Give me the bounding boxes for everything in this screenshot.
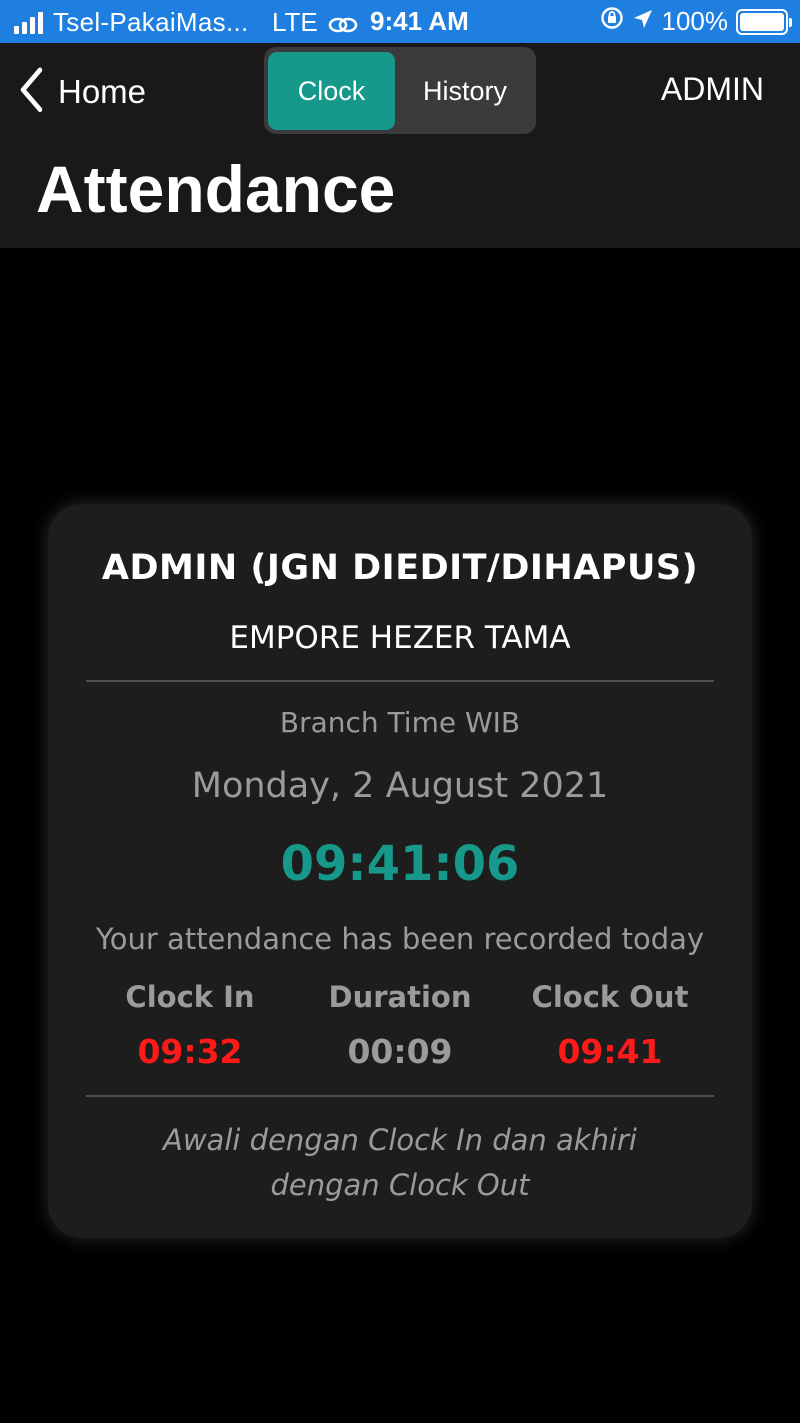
- back-button[interactable]: Home: [18, 67, 147, 118]
- battery-percent: 100%: [661, 6, 729, 36]
- duration-label: Duration: [328, 980, 472, 1014]
- attendance-stats: Clock In 09:32 Duration 00:09 Clock Out …: [86, 980, 714, 1090]
- orientation-lock-icon: [600, 6, 624, 37]
- user-button[interactable]: ADMIN: [661, 71, 764, 108]
- clock-out-value: 09:41: [557, 1032, 663, 1071]
- tab-history[interactable]: History: [398, 52, 532, 130]
- status-time: 9:41 AM: [370, 6, 469, 36]
- current-date: Monday, 2 August 2021: [191, 766, 609, 806]
- location-arrow-icon: [632, 6, 654, 37]
- clock-in-label: Clock In: [125, 980, 255, 1014]
- company-name: EMPORE HEZER TAMA: [229, 620, 571, 656]
- attendance-card: ADMIN (JGN DIEDIT/DIHAPUS) EMPORE HEZER …: [48, 504, 752, 1238]
- clock-in-stat: Clock In 09:32: [85, 980, 295, 1071]
- hotspot-link-icon: [328, 11, 358, 42]
- footer-note: Awali dengan Clock In dan akhiri dengan …: [163, 1123, 637, 1202]
- page-title: Attendance: [36, 152, 396, 226]
- duration-stat: Duration 00:09: [295, 980, 505, 1071]
- signal-strength-icon: [14, 11, 43, 34]
- divider-top: [86, 680, 714, 682]
- clock-out-stat: Clock Out 09:41: [505, 980, 715, 1071]
- carrier-name: Tsel-PakaiMas...: [53, 7, 249, 37]
- tab-clock[interactable]: Clock: [268, 52, 395, 130]
- view-segment-control: Clock History: [264, 47, 536, 134]
- back-label: Home: [58, 73, 147, 110]
- chevron-left-icon: [18, 67, 44, 118]
- divider-bottom: [86, 1095, 714, 1097]
- clock-in-value: 09:32: [137, 1032, 243, 1071]
- attendance-status-message: Your attendance has been recorded today: [95, 922, 705, 956]
- header: Home Clock History ADMIN Attendance: [0, 43, 800, 248]
- status-right: 100%: [600, 6, 792, 37]
- clock-out-label: Clock Out: [531, 980, 689, 1014]
- duration-value: 00:09: [347, 1032, 453, 1071]
- network-type: LTE: [272, 7, 318, 37]
- employee-name: ADMIN (JGN DIEDIT/DIHAPUS): [101, 548, 699, 588]
- status-left: Tsel-PakaiMas...: [14, 7, 249, 38]
- battery-icon: [736, 8, 792, 35]
- current-time: 09:41:06: [280, 836, 520, 892]
- branch-time-label: Branch Time WIB: [279, 706, 521, 739]
- status-bar: Tsel-PakaiMas... LTE 9:41 AM 100%: [0, 0, 800, 43]
